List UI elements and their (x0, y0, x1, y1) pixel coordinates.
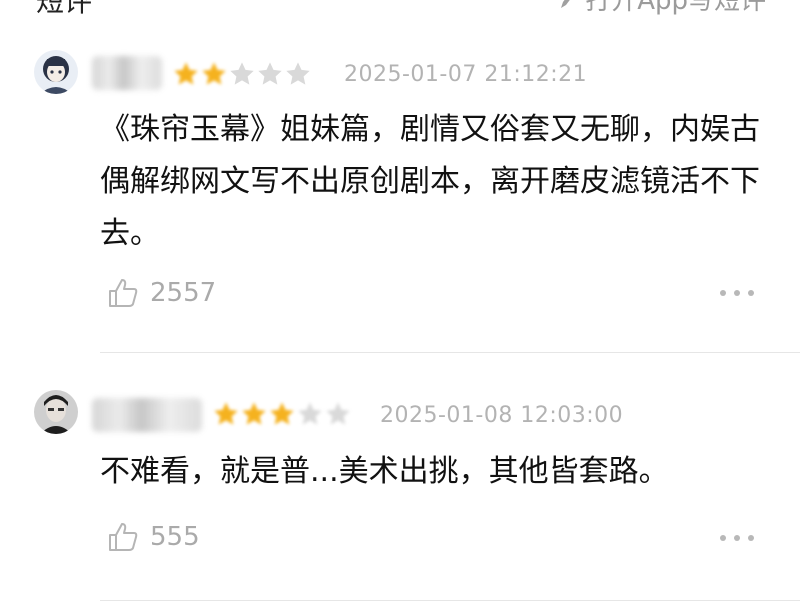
star-icon (326, 402, 350, 425)
star-icon (214, 402, 238, 425)
like-button[interactable]: 555 (106, 520, 200, 554)
username-blurred[interactable] (92, 398, 202, 432)
review-content: 不难看，就是普...美术出挑，其他皆套路。 (100, 454, 669, 489)
more-icon (720, 535, 726, 541)
thumb-up-icon (109, 523, 138, 551)
divider (100, 600, 800, 601)
more-button[interactable] (720, 535, 754, 541)
rating-stars (212, 400, 352, 428)
review-timestamp: 2025-01-08 12:03:00 (380, 403, 624, 428)
star-icon (270, 402, 294, 425)
review-item: 2025-01-08 12:03:00 不难看，就是普...美术出挑，其他皆套路… (0, 0, 800, 610)
star-icon (298, 402, 322, 425)
like-count: 555 (150, 522, 200, 552)
star-icon (242, 402, 266, 425)
avatar[interactable] (34, 390, 78, 434)
